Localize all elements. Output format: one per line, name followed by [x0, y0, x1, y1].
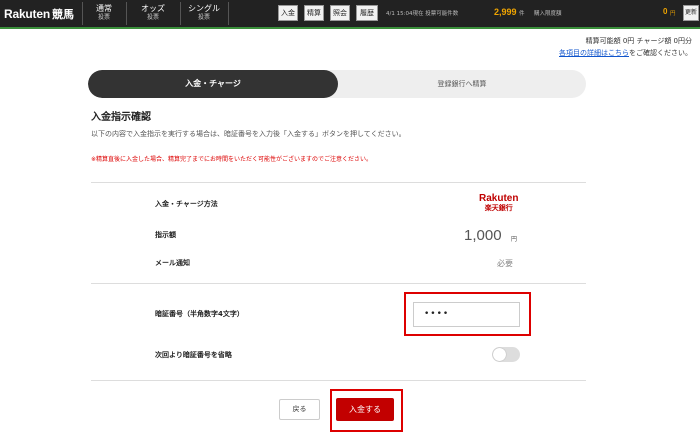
page-description: 以下の内容で入金指示を実行する場合は、暗証番号を入力後「入金する」ボタンを押して… — [91, 130, 406, 138]
nav-tab-sub: 投票 — [146, 14, 159, 21]
deposit-method-label: 入金・チャージ方法 — [155, 200, 218, 208]
deposit-tabs: 登録銀行へ精算 入金・チャージ — [88, 70, 586, 98]
pin-input[interactable]: •••• — [413, 302, 520, 327]
divider — [91, 182, 586, 183]
toggle-knob — [493, 348, 506, 361]
rakuten-keiba-logo[interactable]: Rakuten 競馬 — [4, 5, 74, 22]
account-details-line: 各項目の詳細はこちらをご確認ください。 — [559, 48, 692, 58]
balance-value: 0 — [663, 7, 668, 16]
deposit-button[interactable]: 入金 — [278, 5, 298, 21]
bank-logo-top: Rakuten — [479, 193, 519, 204]
pin-label: 暗証番号（半角数字4文字） — [155, 310, 244, 318]
page-title: 入金指示確認 — [91, 112, 151, 123]
back-button[interactable]: 戻る — [279, 399, 320, 420]
amount-unit: 円 — [511, 236, 518, 243]
rakuten-bank-logo: Rakuten 楽天銀行 — [479, 193, 518, 213]
nav-divider — [82, 2, 83, 25]
details-link[interactable]: 各項目の詳細はこちら — [559, 49, 629, 57]
vote-count-info: 4/1 15:04現在 投票可能件数 — [386, 11, 459, 17]
refresh-button[interactable]: 更新 — [683, 5, 699, 21]
nav-tab-label: 通常 — [96, 4, 112, 13]
vote-count-value: 2,999 — [494, 7, 517, 17]
nav-tab-odds-bet[interactable]: オッズ 投票 — [128, 1, 178, 26]
nav-divider — [180, 2, 181, 25]
settlement-notice: ※精算直後に入金した場合、精算完了までにお時間をいただく可能性がございますのでご… — [91, 156, 373, 163]
history-button[interactable]: 履歴 — [356, 5, 378, 21]
mail-notification-value: 必要 — [497, 259, 513, 268]
nav-tab-sub: 投票 — [197, 14, 210, 21]
nav-tab-label: オッズ — [141, 4, 165, 13]
nav-tab-sub: 投票 — [97, 14, 110, 21]
account-balance-summary: 精算可能額 0円 チャージ額 0円分 — [585, 37, 692, 45]
nav-tab-single-bet[interactable]: シングル 投票 — [182, 1, 226, 26]
header-accent-line — [0, 27, 700, 29]
logo-main-text: Rakuten — [4, 6, 50, 21]
nav-divider — [228, 2, 229, 25]
skip-pin-label: 次回より暗証番号を省略 — [155, 351, 232, 359]
divider — [91, 283, 586, 284]
tab-deposit-charge[interactable]: 入金・チャージ — [88, 70, 338, 98]
amount-value: 1,000 — [464, 227, 502, 244]
divider — [91, 380, 586, 381]
mail-notification-label: メール通知 — [155, 259, 190, 267]
balance-unit: 円 — [670, 11, 676, 17]
bank-logo-bottom: 楽天銀行 — [484, 204, 513, 212]
deposit-submit-button[interactable]: 入金する — [336, 398, 394, 421]
purchase-limit-label: 購入限度額 — [534, 11, 562, 17]
logo-sub-text: 競馬 — [51, 7, 74, 21]
tab-settle-to-bank[interactable]: 登録銀行へ精算 — [338, 70, 586, 98]
vote-count-unit: 件 — [519, 11, 525, 17]
amount-label: 指示額 — [155, 231, 176, 239]
top-bar: Rakuten 競馬 通常 投票 オッズ 投票 シングル 投票 入金 精算 照会… — [0, 0, 700, 27]
details-suffix: をご確認ください。 — [629, 49, 692, 57]
inquiry-button[interactable]: 照会 — [330, 5, 350, 21]
nav-tab-label: シングル — [188, 4, 220, 13]
nav-tab-normal-bet[interactable]: 通常 投票 — [84, 1, 124, 26]
nav-divider — [126, 2, 127, 25]
skip-pin-toggle[interactable] — [492, 347, 520, 362]
settle-button[interactable]: 精算 — [304, 5, 324, 21]
